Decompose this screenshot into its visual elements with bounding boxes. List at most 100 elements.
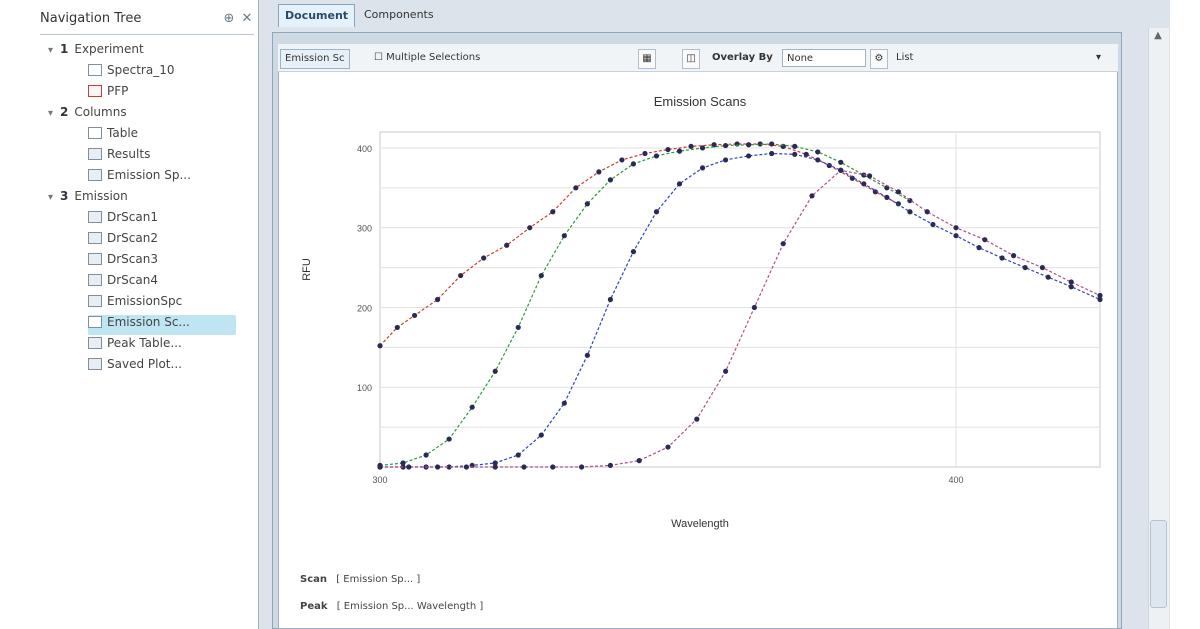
x-axis-label: Wavelength [671,518,729,530]
navigation-title: Navigation Tree [40,11,142,26]
data-point [699,145,706,151]
legend-scan-text: [ Emission Sp... ] [336,574,421,585]
tree-item[interactable]: DrScan1 [88,210,236,230]
data-point [809,193,815,199]
data-point [492,464,498,470]
data-point [1045,274,1051,280]
table-icon [88,295,102,307]
tab-components[interactable]: Components [358,4,440,26]
data-point [746,142,752,148]
data-point [561,400,567,406]
legend-scan-key: Scan [300,574,327,585]
data-point [1022,264,1028,271]
tree-group[interactable]: ▾ 2 Columns [48,105,236,125]
data-point [504,242,510,248]
data-point [1068,279,1074,285]
expand-icon[interactable]: ▾ [48,45,60,56]
emission-chart: 100 200 300 400 300 400 Emission Scans Wavele… [301,94,1103,530]
tree-item[interactable]: Saved Plot... [88,357,236,377]
data-point [579,464,585,470]
tab-document[interactable]: Document [278,4,356,27]
checkbox-icon[interactable]: ☐ [374,52,383,63]
expand-icon[interactable]: ▾ [48,108,60,119]
navigation-pane: Navigation Tree ⊕ ✕ ▾ 1 Experiment Spectra_… [0,0,259,629]
data-point [982,237,988,243]
settings-icon[interactable]: ⚙ [870,49,888,69]
tree-item[interactable]: Emission Sc... [88,315,236,335]
data-point [688,143,694,149]
window-margin [1170,0,1200,629]
chart-icon[interactable]: ◫ [682,49,700,69]
close-icon[interactable]: ✕ [238,10,256,28]
data-point [377,343,383,349]
expand-icon[interactable]: ▾ [48,192,60,203]
data-point [584,352,590,358]
tree-item[interactable]: DrScan3 [88,252,236,272]
data-point [423,452,429,458]
data-point [573,185,579,191]
data-point [907,209,913,215]
tree-item[interactable]: Table [88,126,236,146]
tree-item-label: Experiment [74,42,144,56]
tree-item-label: DrScan3 [107,252,158,266]
data-point [676,181,683,187]
multiple-selections-label[interactable]: ☐ Multiple Selections [374,49,480,67]
tree-item[interactable]: Peak Table... [88,336,236,356]
data-point [1068,284,1074,290]
table-icon [88,358,102,370]
legend-peak-key: Peak [300,601,328,612]
tree-group[interactable]: ▾ 3 Emission [48,189,236,209]
tree-group[interactable]: ▾ 1 Experiment [48,42,236,62]
data-point [435,296,441,303]
data-point [976,245,982,251]
legend-peak-text: [ Emission Sp... Wavelength ] [336,601,484,612]
navigation-header: Navigation Tree ⊕ ✕ [40,6,254,35]
report-icon [88,85,102,97]
tree-item[interactable]: DrScan4 [88,273,236,293]
series-line [380,152,1101,468]
data-point [607,296,613,303]
data-point [676,148,683,154]
tree-item-label: Emission Sp... [107,168,191,182]
legend-peak: Peak [ Emission Sp... Wavelength ] [300,601,483,612]
tree-item-label: DrScan1 [107,210,158,224]
scrollbar-thumb[interactable] [1150,520,1167,608]
data-point [665,146,671,153]
data-point [884,194,890,201]
tree-item[interactable]: Spectra_10 [88,63,236,83]
chart-title: Emission Scans [654,94,747,109]
view-button[interactable]: Emission Sc [280,49,350,69]
tree-item-label: Spectra_10 [107,63,175,77]
data-point [492,368,498,374]
grid-icon[interactable]: ▦ [638,49,656,69]
tree-item[interactable]: DrScan2 [88,231,236,251]
data-point [723,142,729,149]
tree-item[interactable]: Results [88,147,236,167]
data-point [838,159,844,165]
data-point [642,150,648,157]
chart-grid [379,131,1101,468]
x-tick-label: 300 [372,475,387,485]
data-point [867,173,873,179]
tree-item[interactable]: Emission Sp... [88,168,236,188]
document-icon [88,64,102,76]
data-point [792,151,798,157]
overlay-select[interactable]: None [782,49,866,67]
list-button[interactable]: List [896,49,913,67]
data-point [636,458,642,464]
table-icon [88,253,102,265]
data-point [377,464,383,470]
document-icon [88,127,102,139]
tree-item-label: Emission Sc... [107,315,190,329]
data-point [596,169,602,175]
data-point [694,416,700,422]
scroll-up-icon[interactable]: ▲ [1150,30,1166,46]
data-point [751,304,757,311]
data-point [924,209,930,215]
tree-item[interactable]: PFP [88,84,236,104]
tree-group-number: 2 [60,105,69,119]
tree-item[interactable]: EmissionSpc [88,294,236,314]
pin-icon[interactable]: ⊕ [220,10,238,28]
data-point [723,368,729,374]
menu-arrow-icon[interactable]: ▾ [1096,49,1101,67]
